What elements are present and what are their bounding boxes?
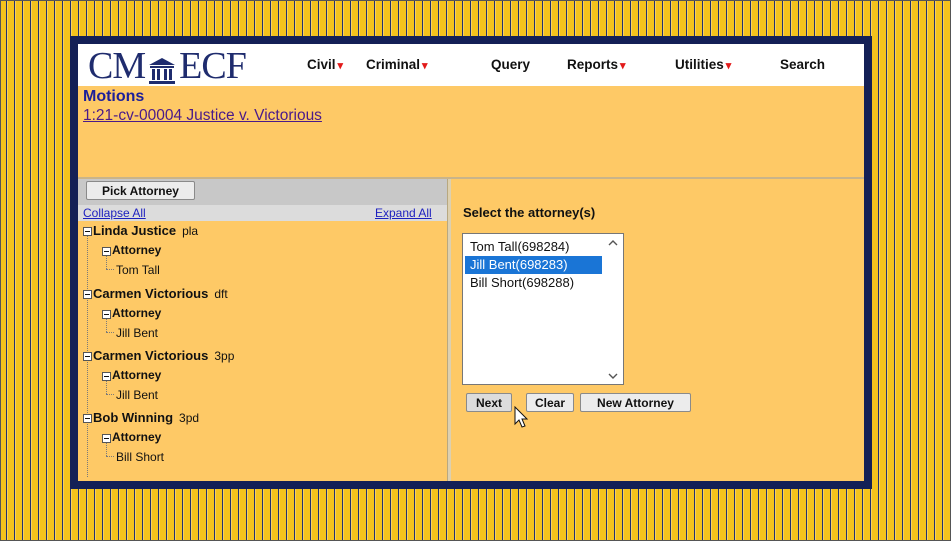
attorney-option[interactable]: Bill Short(698288)	[465, 274, 602, 292]
mouse-pointer-icon	[514, 405, 532, 430]
panel-splitter[interactable]	[447, 179, 451, 481]
attorney-listbox[interactable]: Tom Tall(698284) Jill Bent(698283) Bill …	[462, 233, 624, 385]
menu-civil-label: Civil	[307, 57, 336, 72]
menu-criminal-label: Criminal	[366, 57, 421, 72]
menu-utilities-label: Utilities	[675, 57, 724, 72]
attorney-group[interactable]: Attorney	[112, 430, 161, 444]
party-role: 3pd	[179, 411, 200, 425]
collapse-all-link[interactable]: Collapse All	[83, 206, 146, 220]
case-link[interactable]: 1:21-cv-00004 Justice v. Victorious	[83, 107, 322, 125]
new-attorney-button[interactable]: New Attorney	[580, 393, 691, 412]
menu-search[interactable]: Search	[780, 57, 825, 72]
tree-line	[106, 269, 114, 270]
menu-reports[interactable]: Reports ▾	[567, 57, 626, 72]
attorney-leaf[interactable]: Tom Tall	[116, 263, 160, 277]
next-button[interactable]: Next	[466, 393, 512, 412]
party-tree-panel: Pick Attorney Collapse All Expand All Li…	[78, 179, 447, 481]
logo-text-right: ECF	[179, 45, 247, 87]
pick-attorney-button[interactable]: Pick Attorney	[86, 181, 195, 200]
party-node[interactable]: Linda Justice pla	[93, 223, 198, 238]
logo-text-left: CM	[88, 45, 146, 87]
collapse-toggle-icon[interactable]	[102, 434, 111, 443]
scroll-down-icon[interactable]	[606, 369, 620, 381]
cmecf-logo[interactable]: CM ECF	[88, 45, 247, 87]
scroll-up-icon[interactable]	[606, 236, 620, 248]
chevron-down-icon: ▾	[422, 60, 428, 72]
tree-line	[106, 394, 114, 395]
pick-attorney-bar: Pick Attorney	[78, 179, 447, 205]
menu-search-label: Search	[780, 57, 826, 72]
collapse-toggle-icon[interactable]	[83, 227, 92, 236]
collapse-toggle-icon[interactable]	[102, 372, 111, 381]
chevron-down-icon: ▾	[337, 60, 344, 72]
tree-controls: Collapse All Expand All	[78, 205, 447, 221]
party-name: Linda Justice	[93, 223, 177, 238]
collapse-toggle-icon[interactable]	[83, 414, 92, 423]
menu-utilities[interactable]: Utilities ▾	[675, 57, 731, 72]
attorney-leaf[interactable]: Jill Bent	[116, 388, 158, 402]
attorney-group[interactable]: Attorney	[112, 243, 161, 257]
menu-criminal[interactable]: Criminal ▾	[366, 57, 428, 72]
party-role: 3pp	[214, 349, 235, 363]
menu-reports-label: Reports	[567, 57, 619, 72]
courthouse-icon	[147, 51, 177, 84]
tree-line	[106, 456, 114, 457]
collapse-toggle-icon[interactable]	[102, 247, 111, 256]
collapse-toggle-icon[interactable]	[102, 310, 111, 319]
party-role: dft	[214, 287, 228, 301]
menu-query-label: Query	[491, 57, 531, 72]
top-navigation-bar: CM ECF Civil ▾ Criminal ▾ Query Reports …	[78, 44, 864, 87]
attorney-group[interactable]: Attorney	[112, 306, 161, 320]
select-attorney-label: Select the attorney(s)	[463, 205, 596, 220]
collapse-toggle-icon[interactable]	[83, 352, 92, 361]
party-node[interactable]: Carmen Victorious 3pp	[93, 348, 234, 363]
party-name: Carmen Victorious	[93, 286, 209, 301]
page-title: Motions	[83, 88, 145, 105]
party-name: Bob Winning	[93, 410, 174, 425]
party-node[interactable]: Bob Winning 3pd	[93, 410, 199, 425]
attorney-leaf[interactable]: Jill Bent	[116, 326, 158, 340]
party-role: pla	[182, 224, 199, 238]
attorney-group[interactable]: Attorney	[112, 368, 161, 382]
attorney-option[interactable]: Tom Tall(698284)	[465, 238, 602, 256]
expand-all-link[interactable]: Expand All	[375, 206, 432, 220]
attorney-leaf[interactable]: Bill Short	[116, 450, 164, 464]
menu-civil[interactable]: Civil ▾	[307, 57, 343, 72]
party-node[interactable]: Carmen Victorious dft	[93, 286, 228, 301]
chevron-down-icon: ▾	[620, 60, 626, 72]
chevron-down-icon: ▾	[725, 60, 732, 72]
attorney-option-selected[interactable]: Jill Bent(698283)	[465, 256, 602, 274]
tree-line	[106, 332, 114, 333]
app-window: CM ECF Civil ▾ Criminal ▾ Query Reports …	[70, 36, 872, 489]
app-content: CM ECF Civil ▾ Criminal ▾ Query Reports …	[78, 44, 864, 481]
collapse-toggle-icon[interactable]	[83, 290, 92, 299]
party-name: Carmen Victorious	[93, 348, 209, 363]
clear-button[interactable]: Clear	[526, 393, 574, 412]
menu-query[interactable]: Query	[491, 57, 530, 72]
